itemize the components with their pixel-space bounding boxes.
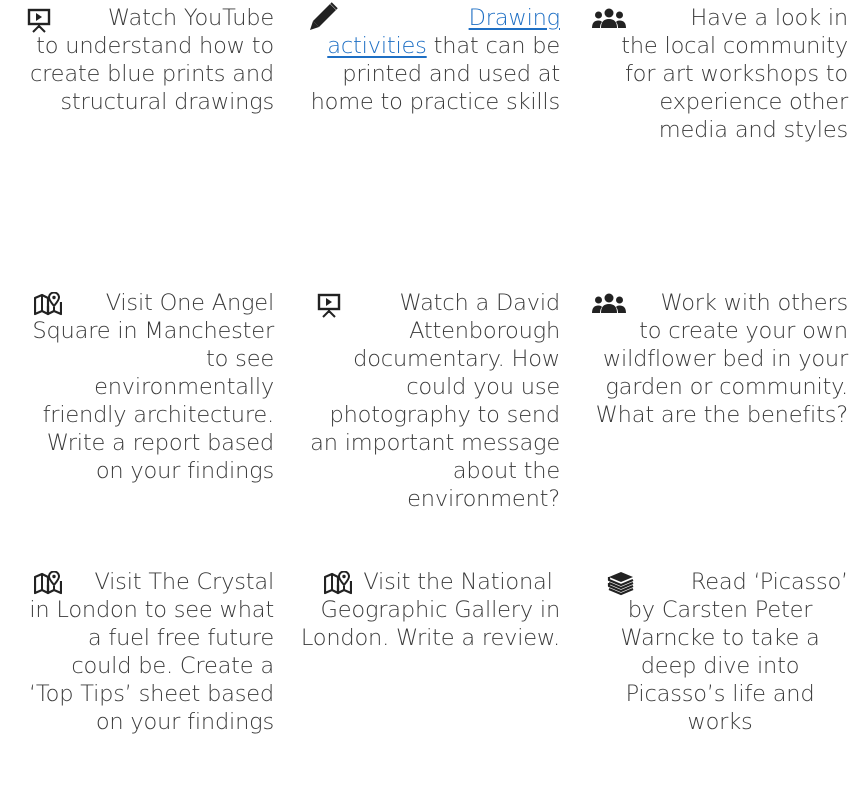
- activity-text: to understand how to create blue prints …: [29, 33, 274, 115]
- activity-attenborough: Watch a David Attenborough documentary. …: [300, 289, 560, 513]
- activity-art-workshops: Have a look in the local community for a…: [592, 4, 848, 144]
- users-icon: [592, 293, 626, 319]
- books-icon: [606, 570, 636, 596]
- activity-the-crystal: Visit The Crystal in London to see what …: [22, 568, 274, 736]
- activity-watch-youtube: Watch YouTube to understand how to creat…: [22, 4, 274, 116]
- pencil-icon: [308, 2, 338, 30]
- users-icon: [592, 8, 626, 34]
- presentation-icon: [26, 7, 56, 33]
- map-pin-icon: [34, 292, 64, 318]
- activity-text: Attenborough documentary. How could you …: [310, 318, 560, 512]
- activity-text: the local community for art workshops to…: [621, 33, 848, 143]
- drawing-activities-link-part2[interactable]: activities: [327, 33, 427, 59]
- activity-line1: Work with others: [660, 290, 849, 316]
- activity-text: Geographic Gallery in London. Write a re…: [300, 597, 560, 651]
- activity-wildflower-bed: Work with others to create your own wild…: [592, 289, 848, 429]
- activity-text: in London to see what a fuel free future…: [28, 597, 274, 735]
- activity-text: by Carsten Peter Warncke to take a deep …: [620, 597, 820, 735]
- activity-text: Square in Manchester to see environmenta…: [32, 318, 274, 484]
- activity-picasso: Read ‘Picasso’ by Carsten Peter Warncke …: [592, 568, 848, 736]
- activity-text: to create your own wildflower bed in you…: [595, 318, 849, 428]
- activity-national-geographic: Visit the National Geographic Gallery in…: [300, 568, 560, 652]
- presentation-icon: [316, 292, 346, 318]
- activity-one-angel-square: Visit One Angel Square in Manchester to …: [22, 289, 274, 485]
- activity-line1: Have a look in: [690, 5, 848, 31]
- map-pin-icon: [324, 571, 354, 597]
- activity-line1: Watch YouTube: [107, 5, 274, 31]
- map-pin-icon: [34, 571, 64, 597]
- drawing-activities-link-part1[interactable]: Drawing: [469, 5, 561, 31]
- activity-drawing: Drawing activities that can be printed a…: [300, 2, 561, 116]
